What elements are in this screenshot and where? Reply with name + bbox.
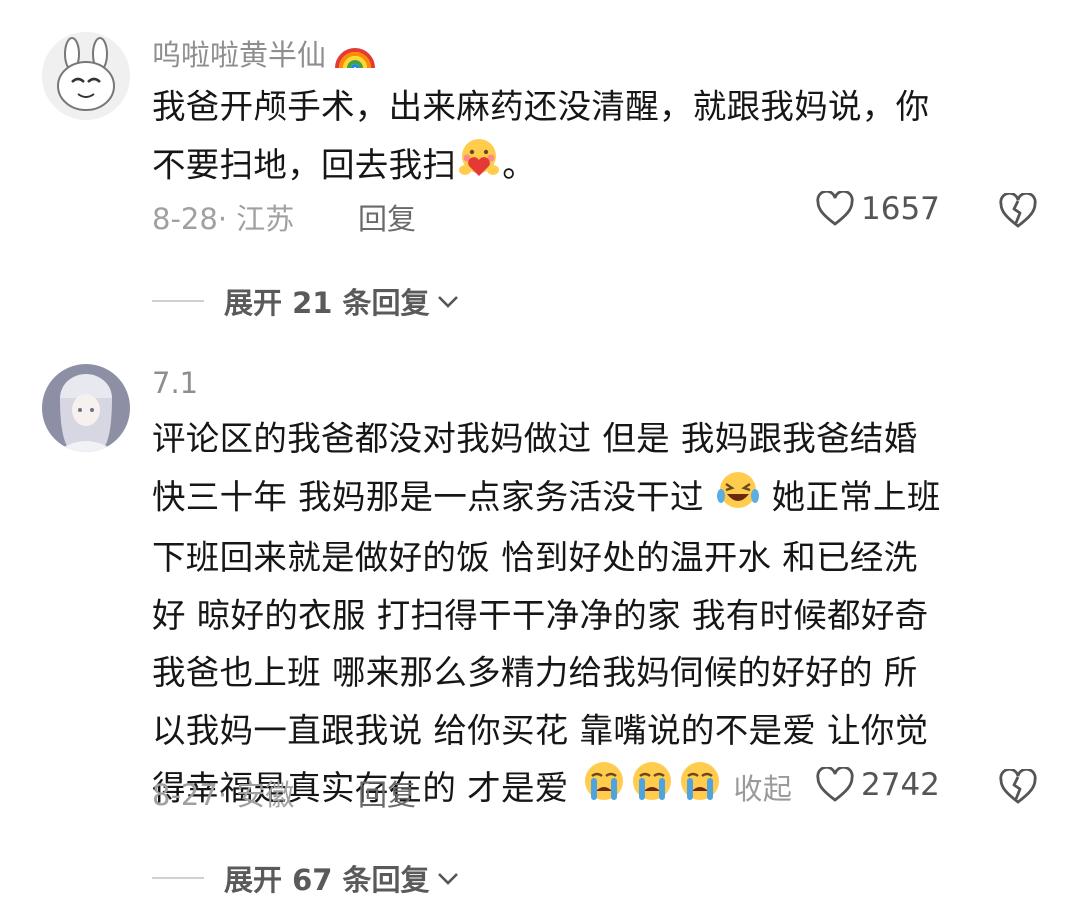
comment-text: 评论区的我爸都没对我妈做过 但是 我妈跟我爸结婚 快三十年 我妈那是一点家务活没…: [152, 410, 1042, 821]
heart-hug-emoji: [456, 136, 502, 198]
date-location: 8-28· 江苏: [152, 202, 295, 236]
like-count: 2742: [861, 767, 940, 803]
comment-text-segment: 快三十年 我妈那是一点家务活没干过: [152, 476, 704, 516]
laughing-tears-emoji: [715, 468, 761, 530]
comment-text-segment: 不要扫地，回去我扫: [152, 144, 457, 184]
expand-replies-label[interactable]: 展开 21 条回复: [224, 280, 430, 322]
comment-text-line: 我爸也上班 哪来那么多精力给我妈伺候的好好的 所: [152, 653, 918, 692]
expand-replies-button[interactable]: 展开 67 条回复: [152, 857, 460, 899]
crying-emoji: [676, 759, 724, 821]
rainbow-emoji: [335, 36, 376, 79]
avatar[interactable]: [42, 364, 130, 452]
crying-emoji: [580, 759, 628, 821]
username-text[interactable]: 7.1: [152, 366, 198, 400]
username-text[interactable]: 呜啦啦黄半仙: [152, 38, 326, 72]
dislike-button[interactable]: [998, 191, 1038, 233]
username[interactable]: 呜啦啦黄半仙: [152, 32, 376, 79]
broken-heart-icon[interactable]: [998, 767, 1038, 805]
collapse-button[interactable]: 收起: [734, 772, 793, 806]
heart-icon[interactable]: [815, 191, 855, 227]
comment-text-line: 快三十年 我妈那是一点家务活没干过 她正常上班: [152, 468, 1042, 530]
heart-icon[interactable]: [815, 767, 855, 803]
like-button[interactable]: 1657: [815, 191, 940, 227]
avatar[interactable]: [42, 32, 130, 120]
chevron-down-icon[interactable]: [436, 868, 460, 888]
comment-meta: 8-28· 江苏 回复: [152, 196, 416, 238]
comment-text: 我爸开颅手术，出来麻药还没清醒，就跟我妈说，你 不要扫地，回去我扫 。: [152, 78, 1042, 197]
broken-heart-icon[interactable]: [998, 191, 1038, 229]
like-button[interactable]: 2742: [815, 767, 940, 803]
chevron-down-icon[interactable]: [436, 291, 460, 311]
reply-button[interactable]: 回复: [358, 196, 416, 238]
comment-text-line: 不要扫地，回去我扫 。: [152, 136, 1042, 198]
date-location: 8-27· 安徽: [152, 778, 295, 812]
comment-text-line: 评论区的我爸都没对我妈做过 但是 我妈跟我爸结婚: [152, 419, 918, 458]
comment-text-segment: 她正常上班: [771, 476, 941, 516]
like-count: 1657: [861, 191, 940, 227]
divider-line: [152, 300, 204, 302]
crying-emoji: [628, 759, 676, 821]
comment-text-line: 好 晾好的衣服 打扫得干干净净的家 我有时候都好奇: [152, 595, 929, 635]
comment-text-segment: 。: [502, 144, 537, 184]
comment-meta: 8-27· 安徽 回复: [152, 772, 416, 814]
dislike-button[interactable]: [998, 767, 1038, 809]
reply-button[interactable]: 回复: [358, 772, 416, 814]
expand-replies-label[interactable]: 展开 67 条回复: [224, 857, 430, 899]
username[interactable]: 7.1: [152, 366, 198, 400]
comment-text-line: 下班回来就是做好的饭 恰到好处的温开水 和已经洗: [152, 538, 918, 577]
comment-text-line: 我爸开颅手术，出来麻药还没清醒，就跟我妈说，你: [152, 87, 930, 126]
expand-replies-button[interactable]: 展开 21 条回复: [152, 280, 460, 322]
comment-text-line: 以我妈一直跟我说 给你买花 靠嘴说的不是爱 让你觉: [152, 710, 929, 750]
divider-line: [152, 877, 204, 879]
